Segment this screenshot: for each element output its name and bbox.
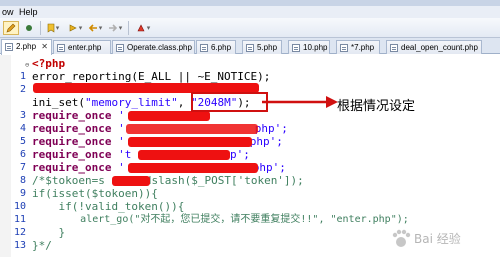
- keyword: require_once: [32, 122, 112, 135]
- string-literal: ': [118, 161, 125, 174]
- code-text: ,: [177, 96, 191, 109]
- comment: dslash($_POST['token']);: [144, 174, 304, 187]
- string-literal: ': [118, 135, 125, 148]
- tab-2-php[interactable]: 2.php ✕: [1, 39, 52, 55]
- tab-label: 6.php: [211, 43, 232, 52]
- php-file-icon: [292, 44, 300, 52]
- baidu-jingyan-watermark: Bai 经验: [384, 224, 496, 254]
- editor-tab-bar: 2.php ✕ enter.php Operate.class.php 6.ph…: [0, 38, 500, 55]
- annotation-arrow: [262, 96, 338, 108]
- redaction-mark: [112, 176, 150, 186]
- string-literal: ': [118, 109, 125, 122]
- tab-label: 2.php: [16, 42, 37, 51]
- tab-deal-open-count-php[interactable]: deal_open_count.php: [386, 40, 482, 54]
- bookmark-icon[interactable]: ▾: [44, 21, 62, 35]
- code-line: 2 error_reporting(E_ALL || ~E_NOTICE);: [0, 70, 500, 95]
- edit-icon[interactable]: [3, 21, 19, 35]
- tab-5-php[interactable]: 5.php: [242, 40, 282, 54]
- tab-label: deal_open_count.php: [401, 43, 478, 52]
- php-file-icon: [390, 44, 398, 52]
- tab-label: 5.php: [257, 43, 278, 52]
- tab-10-php[interactable]: 10.php: [288, 40, 330, 54]
- comment: }*/: [32, 239, 52, 252]
- tab-label: 10.php: [303, 43, 328, 52]
- comment: "对不起，您已提交，请不要重复提交!!": [134, 214, 319, 225]
- toolbar: ▾ ▾ ▾ ▾ ▾: [0, 18, 500, 38]
- comment: if: [58, 200, 72, 213]
- menu-item-help[interactable]: Help: [19, 6, 38, 18]
- tab-7-php-modified[interactable]: *7.php: [336, 40, 380, 54]
- php-file-icon: [246, 44, 254, 52]
- line-number: 2: [19, 84, 26, 95]
- php-file-icon: [340, 44, 348, 52]
- redaction-mark: [128, 111, 210, 121]
- toolbar-separator: [128, 21, 129, 35]
- code-text: error_reporting(E_ALL || ~E_NOTICE);: [32, 70, 271, 83]
- php-open-tag: <?php: [32, 57, 66, 70]
- tab-6-php[interactable]: 6.php: [196, 40, 236, 54]
- menu-item-window[interactable]: ow: [2, 6, 14, 18]
- php-file-icon: [116, 44, 124, 52]
- php-file-icon: [200, 44, 208, 52]
- back-arrow-icon[interactable]: ▾: [86, 21, 104, 35]
- tab-label: *7.php: [351, 43, 375, 52]
- comment: /*$tokoen=s: [32, 174, 105, 187]
- comment: }: [58, 226, 66, 239]
- string-literal: 't: [118, 148, 132, 161]
- code-line: 11 if(!valid_token()){: [0, 200, 500, 225]
- redaction-mark: [126, 124, 258, 134]
- string-literal: "memory_limit": [84, 96, 178, 109]
- annotation-label: 根据情况设定: [337, 99, 416, 114]
- keyword: require_once: [32, 148, 112, 161]
- tab-label: Operate.class.php: [127, 43, 192, 52]
- php-file-icon: [5, 43, 13, 51]
- redaction-mark: [128, 163, 258, 173]
- toolbar-separator: [40, 21, 41, 35]
- string-literal: php';: [249, 135, 283, 148]
- tab-enter-php[interactable]: enter.php: [53, 40, 111, 54]
- comment: (!valid_token()){: [71, 200, 185, 213]
- paw-logo-icon: [392, 229, 411, 247]
- keyword: require_once: [32, 109, 112, 122]
- comment: if: [32, 187, 46, 200]
- next-annotation-icon[interactable]: ▾: [66, 21, 84, 35]
- tab-label: enter.php: [68, 43, 102, 52]
- keyword: require_once: [32, 161, 112, 174]
- tab-operate-class-php[interactable]: Operate.class.php: [112, 40, 195, 54]
- comment: ,: [318, 214, 331, 225]
- watermark-text: Bai 经验: [414, 232, 461, 246]
- close-icon[interactable]: ✕: [41, 40, 48, 53]
- code-text: ini_set(: [32, 96, 85, 109]
- forward-arrow-icon[interactable]: ▾: [106, 21, 124, 35]
- code-line: 7 require_once 't hp';: [0, 148, 500, 173]
- code-line: 10 if(isset($tokoen)){: [0, 187, 500, 212]
- string-literal: ': [118, 122, 125, 135]
- code-line: 1 ⊖ <?php: [0, 57, 500, 82]
- dot-icon[interactable]: [22, 21, 36, 35]
- comment: (isset($tokoen)){: [45, 187, 158, 200]
- php-file-icon: [57, 44, 65, 52]
- code-line: 9 /*$tokoen=s dslash($_POST['token']);: [0, 174, 500, 199]
- redaction-mark: [138, 150, 230, 160]
- comment: alert_go(: [80, 214, 135, 225]
- highlight-box: [191, 92, 268, 112]
- run-icon[interactable]: ▾: [133, 21, 153, 35]
- keyword: require_once: [32, 135, 112, 148]
- redaction-mark: [128, 137, 252, 147]
- menu-bar: ow Help: [0, 6, 500, 18]
- string-literal: php';: [254, 122, 288, 135]
